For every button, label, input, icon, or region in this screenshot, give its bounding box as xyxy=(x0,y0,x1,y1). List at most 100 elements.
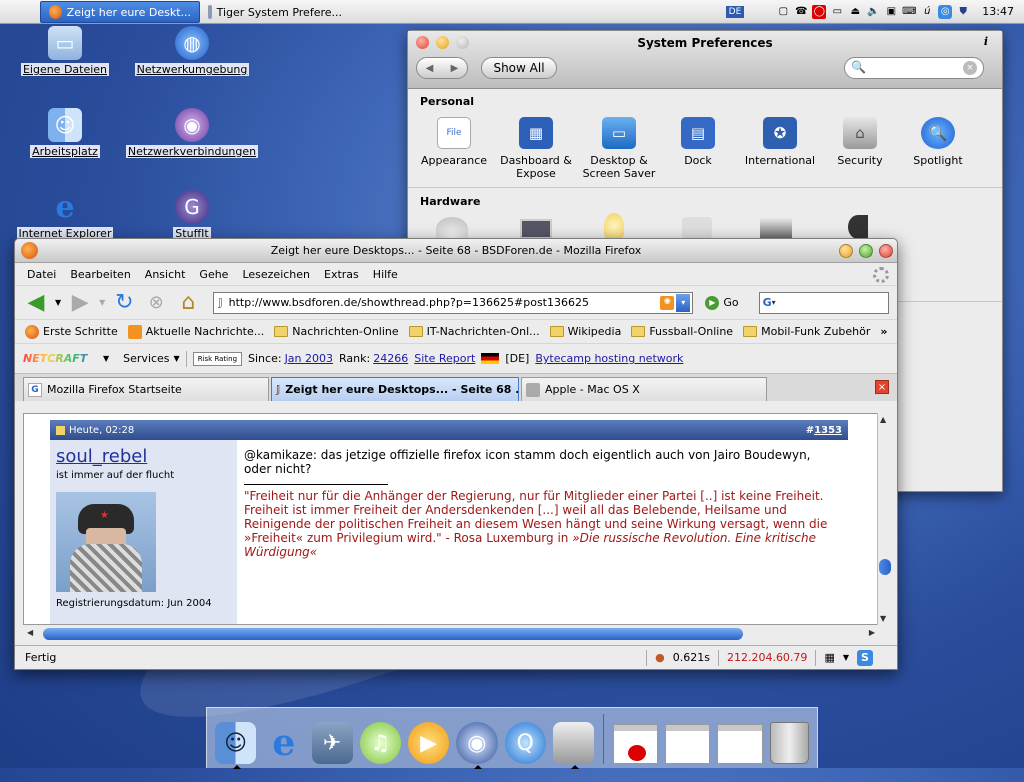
show-all-button[interactable]: Show All xyxy=(481,57,557,79)
bookmark-erste-schritte[interactable]: Erste Schritte xyxy=(25,324,118,339)
pref-appearance[interactable]: File Appearance xyxy=(414,117,494,167)
clock[interactable]: 13:47 xyxy=(982,5,1014,18)
server-ip[interactable]: 212.204.60.79 xyxy=(727,651,807,664)
skype-icon[interactable]: S xyxy=(857,649,873,666)
desktop-icon-internet-explorer[interactable]: e Internet Explorer xyxy=(10,190,120,240)
apple-menu-icon[interactable] xyxy=(0,0,40,24)
window-icon[interactable]: ▢ xyxy=(776,5,790,19)
back-dropdown-icon[interactable]: ▼ xyxy=(55,298,61,307)
battery-icon[interactable]: ▭ xyxy=(830,5,844,19)
sound-icon[interactable] xyxy=(848,215,868,239)
minimize-button[interactable] xyxy=(839,244,853,258)
phone-icon[interactable]: ☎ xyxy=(794,5,808,19)
display-icon[interactable]: ▣ xyxy=(884,5,898,19)
bookmark-folder-it-nachrichten[interactable]: IT-Nachrichten-Onl... xyxy=(408,325,540,338)
taskbar-item-sysprefs[interactable]: Tiger System Prefere... xyxy=(200,1,350,23)
bookmark-folder-mobil-funk[interactable]: Mobil-Funk Zubehör xyxy=(743,325,870,338)
search-engine-dropdown-icon[interactable]: ▾ xyxy=(772,298,776,307)
risk-rating-meter[interactable]: Risk Rating xyxy=(192,351,243,366)
close-tab-button[interactable]: × xyxy=(875,380,889,394)
tab-bsdforen[interactable]: 𝕁 Zeigt her eure Desktops... - Seite 68 … xyxy=(271,377,519,401)
menu-ansicht[interactable]: Ansicht xyxy=(145,268,186,281)
url-bar[interactable]: 𝕁 http://www.bsdforen.de/showthread.php?… xyxy=(213,291,694,314)
trash-icon[interactable] xyxy=(769,722,809,764)
back-button[interactable]: ◀ xyxy=(23,290,49,316)
taskbar-item-firefox[interactable]: Zeigt her eure Deskt... xyxy=(40,1,200,23)
volume-icon[interactable]: 🔈 xyxy=(866,5,880,19)
keyboard-icon[interactable]: ⌨ xyxy=(902,5,916,19)
firebug-icon[interactable]: ● xyxy=(655,651,665,664)
scroll-up-icon[interactable]: ▲ xyxy=(880,415,886,424)
close-button[interactable] xyxy=(879,244,893,258)
rank-link[interactable]: 24266 xyxy=(373,352,408,365)
post-permalink[interactable]: 1353 xyxy=(814,425,842,436)
pref-dashboard-expose[interactable]: ▦ Dashboard & Expose xyxy=(496,117,576,180)
menu-lesezeichen[interactable]: Lesezeichen xyxy=(242,268,310,281)
desktop-icon-eigene-dateien[interactable]: ▭ Eigene Dateien xyxy=(10,26,120,76)
tab-apple-mac-os-x[interactable]: Apple - Mac OS X xyxy=(521,377,767,401)
clear-search-icon[interactable]: × xyxy=(963,61,977,75)
go-button[interactable]: ▶ Go xyxy=(705,295,739,310)
pref-spotlight[interactable]: 🔍 Spotlight xyxy=(898,117,978,167)
menu-datei[interactable]: Datei xyxy=(27,268,56,281)
minimized-window-browser[interactable] xyxy=(665,724,711,764)
desktop-icon-netzwerkumgebung[interactable]: ◍ Netzwerkumgebung xyxy=(134,26,250,76)
menu-extras[interactable]: Extras xyxy=(324,268,359,281)
media-player-icon[interactable]: ▶ xyxy=(408,722,450,764)
back-forward-buttons[interactable]: ◀ ▶ xyxy=(416,57,468,79)
scroll-left-icon[interactable]: ◀ xyxy=(27,628,33,637)
reload-button[interactable]: ↻ xyxy=(111,290,137,316)
zoom-button[interactable] xyxy=(859,244,873,258)
script-icon[interactable]: ú xyxy=(920,5,934,19)
pref-desktop-screensaver[interactable]: ▭ Desktop & Screen Saver xyxy=(579,117,659,180)
menu-gehe[interactable]: Gehe xyxy=(199,268,228,281)
input-language-indicator[interactable]: DE xyxy=(725,5,745,18)
forward-dropdown-icon[interactable]: ▼ xyxy=(99,298,105,307)
scroll-right-icon[interactable]: ▶ xyxy=(869,628,875,637)
search-field[interactable]: G ▾ xyxy=(758,291,889,314)
bookmark-folder-nachrichten-online[interactable]: Nachrichten-Online xyxy=(274,325,399,338)
home-button[interactable]: ⌂ xyxy=(175,290,201,316)
vodafone-icon[interactable]: ◯ xyxy=(812,4,827,19)
since-link[interactable]: Jan 2003 xyxy=(285,352,333,365)
desktop-icon-stuffit[interactable]: G StuffIt xyxy=(137,190,247,240)
minimized-window-vodafone[interactable] xyxy=(612,724,659,764)
rss-feed-icon[interactable]: ◉ xyxy=(660,295,675,310)
displays-icon[interactable] xyxy=(520,219,552,239)
finder-icon[interactable]: ☺ xyxy=(215,722,257,769)
netcraft-logo[interactable]: NETCRAFT xyxy=(23,352,97,365)
keyboard-mouse-icon[interactable] xyxy=(682,217,712,239)
desktop-icon-arbeitsplatz[interactable]: ☺ Arbeitsplatz xyxy=(10,108,120,158)
pref-international[interactable]: ✪ International xyxy=(740,117,820,167)
url-dropdown-icon[interactable]: ▾ xyxy=(676,293,691,312)
pref-dock[interactable]: ▤ Dock xyxy=(658,117,738,167)
eject-icon[interactable]: ⏏ xyxy=(848,5,862,19)
site-report-link[interactable]: Site Report xyxy=(414,352,475,365)
scroll-thumb[interactable] xyxy=(879,559,891,575)
energy-saver-icon[interactable] xyxy=(604,213,624,239)
tab-firefox-startseite[interactable]: G Mozilla Firefox Startseite xyxy=(23,377,269,401)
bookmarks-overflow-button[interactable]: » xyxy=(880,325,887,338)
system-preferences-icon[interactable] xyxy=(552,722,594,769)
dropdown-arrow-icon[interactable]: ▼ xyxy=(843,653,849,662)
mail-icon[interactable]: ✈ xyxy=(311,722,353,764)
back-arrow-icon[interactable]: ◀ xyxy=(426,63,434,74)
horizontal-scrollbar[interactable]: ◀ ▶ xyxy=(23,627,879,641)
scroll-thumb[interactable] xyxy=(43,628,743,640)
bookmark-folder-fussball-online[interactable]: Fussball-Online xyxy=(631,325,733,338)
itunes-icon[interactable]: ♫ xyxy=(359,722,401,764)
bookmark-folder-wikipedia[interactable]: Wikipedia xyxy=(549,325,621,338)
info-button[interactable]: i xyxy=(984,35,988,48)
dvd-player-icon[interactable]: ◉ xyxy=(456,722,498,769)
menu-bearbeiten[interactable]: Bearbeiten xyxy=(70,268,130,281)
vertical-scrollbar[interactable]: ▲ ▼ xyxy=(877,413,891,625)
netcraft-services-dropdown[interactable]: ▼ Services ▼ xyxy=(103,352,180,365)
print-fax-icon[interactable] xyxy=(760,217,792,239)
shield-icon[interactable]: ⛊ xyxy=(956,5,970,19)
desktop-icon-netzwerkverbindungen[interactable]: ◉ Netzwerkverbindungen xyxy=(125,108,259,158)
pref-security[interactable]: ⌂ Security xyxy=(820,117,900,167)
scroll-down-icon[interactable]: ▼ xyxy=(880,614,886,623)
quicktime-icon[interactable]: Q xyxy=(504,722,546,764)
stop-button[interactable]: ⊗ xyxy=(143,290,169,316)
internet-explorer-icon[interactable]: e xyxy=(263,722,304,764)
